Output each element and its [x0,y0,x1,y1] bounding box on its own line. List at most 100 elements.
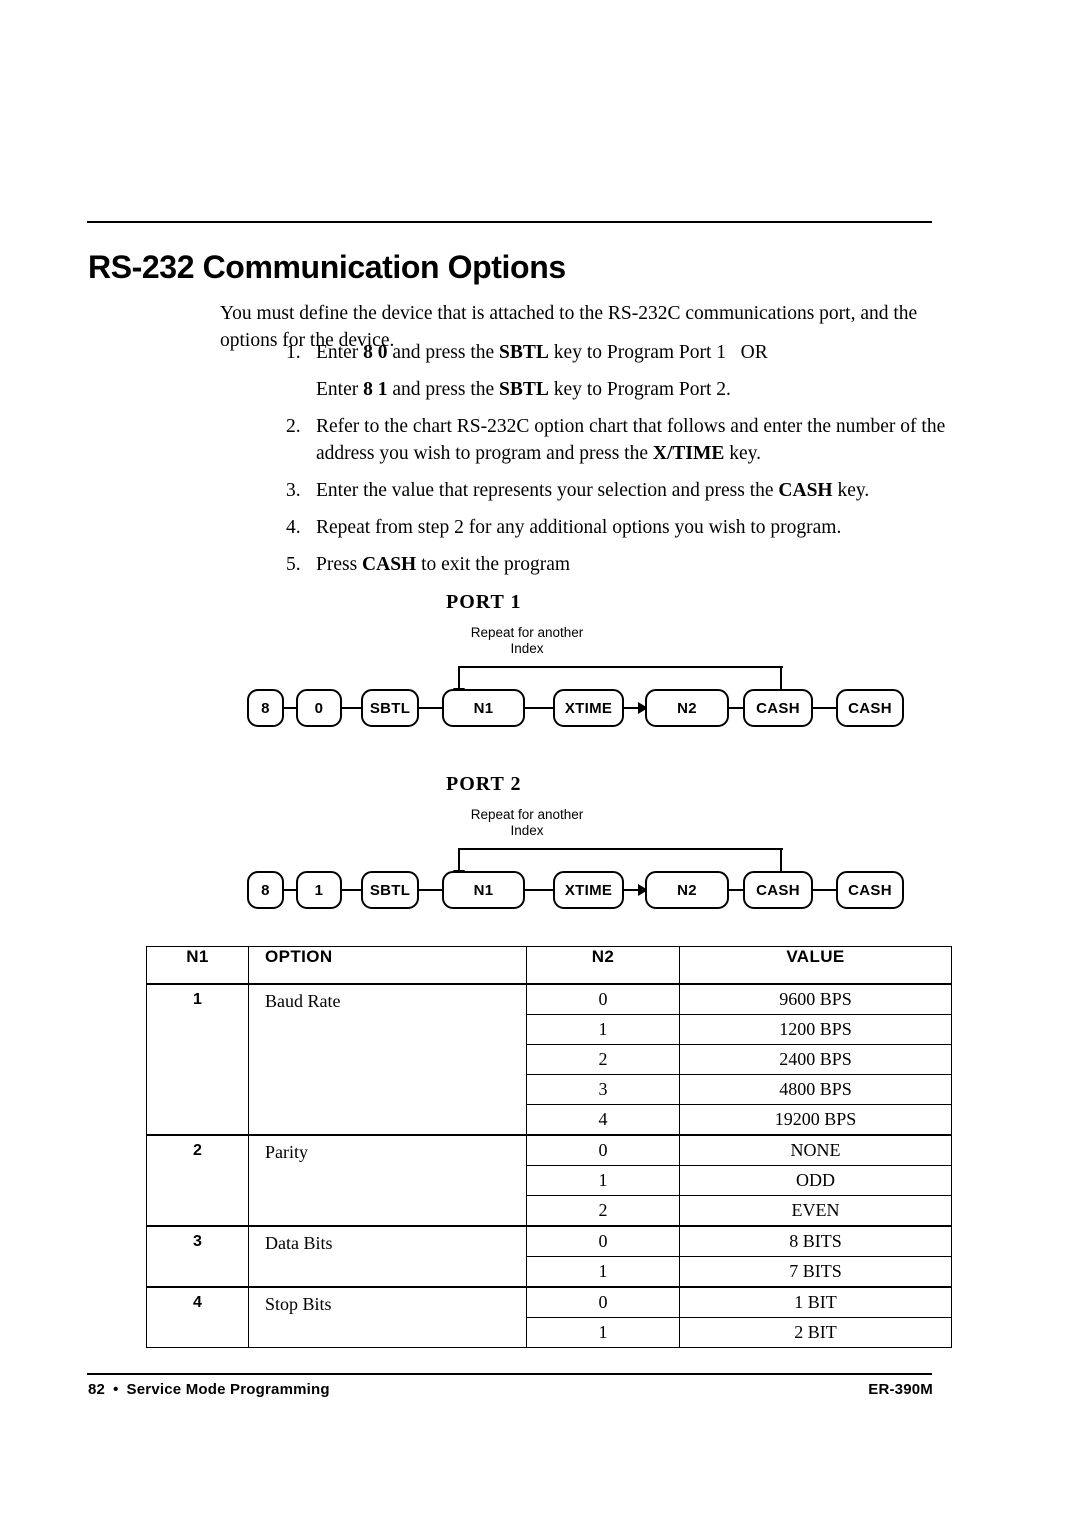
footer-bullet-icon: • [113,1381,119,1398]
port1-node-8: 8 [247,689,284,727]
port1-title: PORT 1 [446,591,522,613]
rs232-options-table: N1 OPTION N2 VALUE 1 Baud Rate 0 9600 BPS 1 1… [146,946,952,1348]
port2-conn-7 [812,889,837,892]
step-number: 5. [286,554,301,575]
port1-node-n1: N1 [442,689,525,727]
step-number: 3. [286,480,301,501]
port2-loop-top [458,848,783,851]
cell-n1: 2 [146,1134,249,1227]
port2-node-sbtl: SBTL [361,871,419,909]
port1-conn-7 [812,707,837,710]
cell-n2: 0 [526,1134,680,1166]
port2-flow-diagram: Repeat for another Index 8 1 SBTL N1 XTI… [0,802,1080,932]
title-rule [87,221,932,223]
port2-conn-3 [418,889,443,892]
document-page: RS-232 Communication Options You must de… [0,0,1080,1528]
cell-n2: 1 [526,1165,680,1196]
port2-conn-4 [524,889,554,892]
port2-conn-6 [728,889,744,892]
column-header-n2: N2 [526,946,680,985]
port2-conn-1 [283,889,297,892]
port2-node-n1: N1 [442,871,525,909]
cell-n1: 3 [146,1225,249,1288]
step-text: Repeat from step 2 for any additional op… [316,517,842,538]
column-header-n1: N1 [146,946,249,985]
cell-option: Parity [248,1134,527,1227]
port2-title: PORT 2 [446,773,522,795]
cell-value: NONE [679,1134,952,1166]
footer-rule [87,1373,932,1375]
cell-n2: 0 [526,983,680,1015]
footer-page-number: 82 [88,1381,106,1398]
footer-section-name: Service Mode Programming [126,1381,330,1398]
table-row: 1 Baud Rate 0 9600 BPS [146,983,952,1136]
cell-n2: 2 [526,1195,680,1227]
port1-conn-1 [283,707,297,710]
port2-loop-label-line1: Repeat for another [470,807,584,822]
port1-loop-drop [458,666,461,690]
column-header-value: VALUE [679,946,952,985]
port1-loop-label-line1: Repeat for another [470,625,584,640]
port1-node-cash-2: CASH [836,689,904,727]
step-item: 1. Enter 8 0 and press the SBTL key to Pr… [286,339,956,366]
port2-node-cash-2: CASH [836,871,904,909]
port1-loop-label-line2: Index [510,641,544,656]
port1-conn-4 [524,707,554,710]
cell-n2: 1 [526,1256,680,1288]
step-number: 2. [286,416,301,437]
port1-flow-diagram: Repeat for another Index 8 0 SBTL N1 XTI… [0,620,1080,750]
port1-node-xtime: XTIME [553,689,624,727]
footer-left: 82 • Service Mode Programming [88,1381,330,1398]
cell-value: 1200 BPS [679,1014,952,1045]
step-number: 1. [286,342,301,363]
port1-node-cash-1: CASH [743,689,813,727]
table-row: 2 Parity 0 NONE [146,1134,952,1227]
port2-conn-2 [341,889,362,892]
cell-option: Data Bits [248,1225,527,1288]
steps-list: 1. Enter 8 0 and press the SBTL key to Pr… [286,339,956,588]
port1-loop-top [458,666,783,669]
cell-option: Stop Bits [248,1286,527,1348]
port1-node-0: 0 [296,689,342,727]
table-row: 4 Stop Bits 0 1 BIT [146,1286,952,1348]
cell-value: 19200 BPS [679,1104,952,1136]
cell-n2: 0 [526,1286,680,1318]
column-header-option: OPTION [248,946,527,985]
port2-node-xtime: XTIME [553,871,624,909]
port2-node-1: 1 [296,871,342,909]
cell-n2: 0 [526,1225,680,1257]
cell-value: 7 BITS [679,1256,952,1288]
port1-conn-6 [728,707,744,710]
port2-node-n2: N2 [645,871,729,909]
step-text: Enter 8 0 and press the SBTL key to Prog… [316,342,768,363]
port2-node-cash-1: CASH [743,871,813,909]
step-item: 3. Enter the value that represents your s… [286,477,956,504]
step-number: 4. [286,517,301,538]
port1-node-n2: N2 [645,689,729,727]
cell-n2: 1 [526,1317,680,1348]
table-row: 3 Data Bits 0 8 BITS [146,1225,952,1288]
table-header-row: N1 OPTION N2 VALUE [146,946,952,985]
port1-conn-2 [341,707,362,710]
page-title: RS-232 Communication Options [88,249,566,286]
port2-loop-label-line2: Index [510,823,544,838]
cell-option: Baud Rate [248,983,527,1136]
cell-value: 2400 BPS [679,1044,952,1075]
port2-node-8: 8 [247,871,284,909]
cell-n1: 4 [146,1286,249,1348]
step-text: Enter the value that represents your sel… [316,480,870,501]
cell-value: 9600 BPS [679,983,952,1015]
step-item: 4. Repeat from step 2 for any additional … [286,514,956,541]
cell-value: ODD [679,1165,952,1196]
port2-loop-drop [458,848,461,872]
port1-conn-3 [418,707,443,710]
step-item: 2. Refer to the chart RS-232C option char… [286,413,956,467]
cell-value: EVEN [679,1195,952,1227]
cell-value: 1 BIT [679,1286,952,1318]
port1-node-sbtl: SBTL [361,689,419,727]
footer-model: ER-390M [868,1381,933,1398]
cell-value: 2 BIT [679,1317,952,1348]
cell-value: 4800 BPS [679,1074,952,1105]
step-text: Enter 8 1 and press the SBTL key to Prog… [316,379,731,400]
step-item: 5. Press CASH to exit the program [286,551,956,578]
